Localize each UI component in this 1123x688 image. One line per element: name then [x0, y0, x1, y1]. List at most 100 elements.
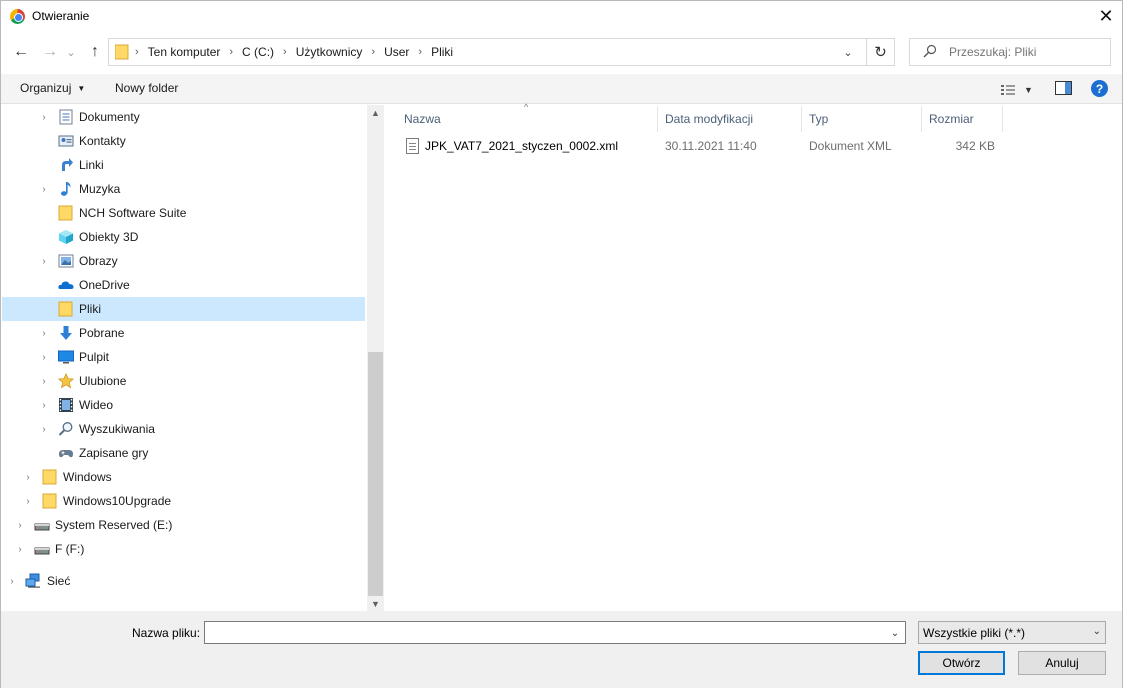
breadcrumb-item[interactable]: Ten komputer	[148, 45, 221, 59]
tree-item-wideo[interactable]: › Wideo	[2, 393, 365, 417]
chevron-down-icon[interactable]: ⌄	[887, 625, 903, 641]
filename-combobox[interactable]: ⌄	[204, 621, 906, 644]
navigation-pane-scrollbar[interactable]: ▲ ▼	[367, 105, 384, 611]
contacts-icon	[58, 135, 74, 147]
chevron-right-icon[interactable]: ›	[39, 112, 49, 123]
file-type-filter-value: Wszystkie pliki (*.*)	[923, 626, 1026, 640]
breadcrumb-separator-icon[interactable]: ›	[229, 46, 233, 58]
folder-icon	[58, 301, 73, 317]
tree-item-label: System Reserved (E:)	[55, 518, 173, 532]
tree-item-label: Kontakty	[79, 134, 126, 148]
caret-down-icon: ▼	[77, 84, 86, 93]
tree-item-label: Zapisane gry	[79, 446, 149, 460]
breadcrumb-separator-icon[interactable]: ›	[371, 46, 375, 58]
tree-item-windows[interactable]: › Windows	[2, 465, 365, 489]
breadcrumb-separator-icon[interactable]: ›	[418, 46, 422, 58]
open-file-dialog: Otwieranie ✕ ← → ⌄ ↑ › Ten komputer › C …	[0, 0, 1123, 688]
chevron-right-icon[interactable]: ›	[39, 256, 49, 267]
new-folder-button[interactable]: Nowy folder	[115, 81, 178, 95]
tree-item-muzyka[interactable]: › Muzyka	[2, 177, 365, 201]
chevron-right-icon[interactable]: ›	[39, 184, 49, 195]
refresh-button[interactable]: ↻	[866, 39, 894, 65]
tree-item-pobrane[interactable]: › Pobrane	[2, 321, 365, 345]
chevron-right-icon[interactable]: ›	[15, 520, 25, 531]
forward-button[interactable]: →	[38, 40, 62, 64]
column-header-type[interactable]: Typ	[803, 106, 922, 132]
address-dropdown-button[interactable]: ⌄	[839, 43, 857, 61]
tree-item-zapisane-gry[interactable]: Zapisane gry	[2, 441, 365, 465]
scroll-down-icon[interactable]: ▼	[367, 596, 384, 611]
tree-item-label: OneDrive	[79, 278, 130, 292]
desktop-icon	[58, 350, 74, 364]
tree-item-nch-software-suite[interactable]: NCH Software Suite	[2, 201, 365, 225]
chevron-down-icon: ⌄	[1092, 626, 1101, 637]
open-button[interactable]: Otwórz	[918, 651, 1005, 675]
search-icon	[923, 44, 937, 58]
column-header-name[interactable]: Nazwa	[398, 106, 658, 132]
tree-item-pulpit[interactable]: › Pulpit	[2, 345, 365, 369]
column-header-modified[interactable]: Data modyfikacji	[659, 106, 802, 132]
preview-pane-icon[interactable]	[1055, 81, 1072, 95]
file-type-filter[interactable]: Wszystkie pliki (*.*) ⌄	[918, 621, 1106, 644]
tree-item-obrazy[interactable]: › Obrazy	[2, 249, 365, 273]
cancel-button[interactable]: Anuluj	[1018, 651, 1106, 675]
scrollbar-thumb[interactable]	[368, 352, 383, 596]
tree-item-ulubione[interactable]: › Ulubione	[2, 369, 365, 393]
scroll-up-icon[interactable]: ▲	[367, 105, 384, 120]
tree-item-label: Windows10Upgrade	[63, 494, 172, 508]
details-view-icon	[1001, 85, 1015, 95]
downloads-icon	[60, 326, 72, 340]
chevron-right-icon[interactable]: ›	[15, 544, 25, 555]
folder-icon	[115, 44, 129, 60]
tree-item-kontakty[interactable]: Kontakty	[2, 129, 365, 153]
tree-item-system-reserved[interactable]: › System Reserved (E:)	[2, 513, 365, 537]
help-icon[interactable]: ?	[1091, 80, 1108, 97]
tree-item-dokumenty[interactable]: › Dokumenty	[2, 105, 365, 129]
up-button[interactable]: ↑	[83, 40, 107, 64]
breadcrumb-separator-icon[interactable]: ›	[283, 46, 287, 58]
chevron-right-icon[interactable]: ›	[39, 328, 49, 339]
back-button[interactable]: ←	[9, 40, 33, 64]
chevron-right-icon[interactable]: ›	[39, 424, 49, 435]
tree-item-siec[interactable]: › Sieć	[2, 569, 365, 593]
tree-item-label: Ulubione	[79, 374, 127, 388]
breadcrumb-item[interactable]: C (C:)	[242, 45, 274, 59]
chevron-right-icon[interactable]: ›	[39, 400, 49, 411]
organize-button[interactable]: Organizuj ▼	[20, 81, 85, 95]
tree-item-f-drive[interactable]: › F (F:)	[2, 537, 365, 561]
breadcrumb-separator-icon: ›	[135, 46, 139, 58]
folder-icon	[58, 205, 73, 221]
objects-3d-icon	[59, 230, 73, 244]
tree-item-wyszukiwania[interactable]: › Wyszukiwania	[2, 417, 365, 441]
tree-item-linki[interactable]: Linki	[2, 153, 365, 177]
chevron-right-icon[interactable]: ›	[23, 496, 33, 507]
file-row[interactable]: JPK_VAT7_2021_styczen_0002.xml 30.11.202…	[401, 134, 1004, 158]
filename-input[interactable]	[207, 623, 883, 642]
tree-item-onedrive[interactable]: OneDrive	[2, 273, 365, 297]
documents-icon	[59, 109, 73, 125]
breadcrumb-item[interactable]: Pliki	[431, 45, 453, 59]
chevron-down-icon: ⌄	[66, 46, 76, 59]
tree-item-obiekty-3d[interactable]: Obiekty 3D	[2, 225, 365, 249]
tree-item-pliki[interactable]: Pliki	[2, 297, 365, 321]
breadcrumb-item[interactable]: User	[384, 45, 409, 59]
tree-item-label: Wideo	[79, 398, 114, 412]
search-box[interactable]	[909, 38, 1111, 66]
chevron-right-icon[interactable]: ›	[7, 576, 17, 587]
change-view-button[interactable]: ▼	[1001, 81, 1037, 99]
chevron-right-icon[interactable]: ›	[39, 352, 49, 363]
breadcrumb-item[interactable]: Użytkownicy	[296, 45, 363, 59]
tree-item-label: Windows	[63, 470, 112, 484]
tree-item-windows10upgrade[interactable]: › Windows10Upgrade	[2, 489, 365, 513]
folder-icon	[42, 469, 57, 485]
up-arrow-icon: ↑	[91, 43, 99, 60]
column-header-size[interactable]: Rozmiar	[923, 106, 1003, 132]
address-bar[interactable]: › Ten komputer › C (C:) › Użytkownicy › …	[108, 38, 895, 66]
tree-item-label: F (F:)	[55, 542, 85, 556]
close-button[interactable]: ✕	[1090, 1, 1122, 32]
chevron-right-icon[interactable]: ›	[23, 472, 33, 483]
search-input[interactable]	[949, 39, 1107, 65]
chevron-right-icon[interactable]: ›	[39, 376, 49, 387]
tree-item-label: Obiekty 3D	[79, 230, 139, 244]
recent-locations-button[interactable]: ⌄	[62, 40, 80, 64]
